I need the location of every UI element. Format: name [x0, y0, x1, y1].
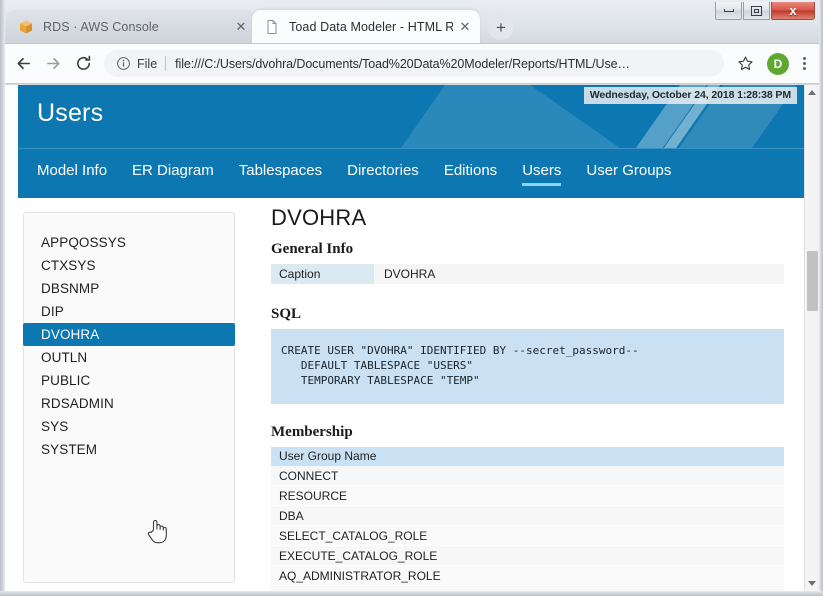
- omnibox-divider: [165, 56, 167, 71]
- document-icon: [267, 19, 277, 34]
- window-frame-right: [819, 0, 823, 596]
- tab-title: Toad Data Modeler - HTML Repo: [289, 19, 453, 34]
- table-row: DBA: [271, 506, 784, 526]
- sidebar-item-ctxsys[interactable]: CTXSYS: [24, 254, 234, 277]
- chrome-menu-button[interactable]: [793, 51, 815, 77]
- general-info-key: Caption: [271, 264, 374, 284]
- plus-icon: +: [496, 17, 506, 37]
- sidebar-item-sys[interactable]: SYS: [24, 415, 234, 438]
- nav-item-user-groups[interactable]: User Groups: [586, 162, 671, 186]
- star-icon: [737, 56, 753, 71]
- nav-item-er-diagram[interactable]: ER Diagram: [132, 162, 214, 186]
- report-nav: Model Info ER Diagram Tablespaces Direct…: [18, 148, 808, 198]
- page-title: Users: [37, 99, 104, 127]
- nav-item-tablespaces[interactable]: Tablespaces: [239, 162, 322, 186]
- back-button[interactable]: [8, 49, 38, 79]
- table-row: RESOURCE: [271, 486, 784, 506]
- kebab-dot: [802, 67, 806, 70]
- sidebar-item-dbsnmp[interactable]: DBSNMP: [24, 277, 234, 300]
- sidebar-item-dvohra[interactable]: DVOHRA: [23, 323, 235, 346]
- tab-title: RDS · AWS Console: [43, 19, 159, 34]
- tab-close-icon[interactable]: ✕: [233, 19, 249, 35]
- info-circle-icon[interactable]: [116, 56, 131, 71]
- scroll-up-icon[interactable]: [805, 85, 819, 100]
- table-row: SELECT_CATALOG_ROLE: [271, 526, 784, 546]
- tab-strip: RDS · AWS Console ✕ Toad Data Modeler - …: [6, 8, 514, 43]
- avatar-initial: D: [773, 56, 783, 71]
- sidebar-item-public[interactable]: PUBLIC: [24, 369, 234, 392]
- general-info-row: Caption DVOHRA: [271, 264, 784, 284]
- sidebar-item-appqossys[interactable]: APPQOSSYS: [24, 231, 234, 254]
- scroll-down-icon[interactable]: [805, 576, 819, 591]
- report-timestamp: Wednesday, October 24, 2018 1:28:38 PM: [583, 87, 797, 104]
- tab-rds-aws-console[interactable]: RDS · AWS Console ✕: [6, 10, 256, 43]
- maximize-button[interactable]: [743, 2, 770, 20]
- window-controls: x: [715, 1, 815, 21]
- browser-window: x RDS · AWS Console ✕ Toad Data Modeler …: [0, 0, 823, 596]
- table-row: EXECUTE_CATALOG_ROLE: [271, 546, 784, 566]
- report-body: APPQOSSYS CTXSYS DBSNMP DIP DVOHRA OUTLN…: [5, 198, 808, 591]
- reload-button[interactable]: [68, 49, 98, 79]
- address-bar[interactable]: File file:///C:/Users/dvohra/Documents/T…: [104, 50, 724, 77]
- url-scheme-label: File: [137, 56, 158, 71]
- back-arrow-icon: [16, 57, 30, 70]
- report-banner: Users Wednesday, October 24, 2018 1:28:3…: [18, 85, 808, 148]
- sidebar-item-outln[interactable]: OUTLN: [24, 346, 234, 369]
- sql-code-block: CREATE USER "DVOHRA" IDENTIFIED BY --sec…: [271, 329, 784, 404]
- membership-column-header: User Group Name: [271, 447, 784, 466]
- sql-heading: SQL: [271, 306, 302, 322]
- minimize-icon: [723, 9, 734, 12]
- nav-item-model-info[interactable]: Model Info: [37, 162, 107, 186]
- restore-icon: [751, 5, 762, 16]
- nav-item-editions[interactable]: Editions: [444, 162, 497, 186]
- bookmark-star-button[interactable]: [732, 51, 758, 77]
- page-viewport: Users Wednesday, October 24, 2018 1:28:3…: [5, 85, 808, 591]
- new-tab-button[interactable]: +: [488, 14, 514, 40]
- user-detail-panel: DVOHRA General Info Caption DVOHRA SQL C…: [257, 198, 792, 591]
- page-scrollbar[interactable]: [804, 85, 819, 591]
- sidebar-item-rdsadmin[interactable]: RDSADMIN: [24, 392, 234, 415]
- forward-button[interactable]: [38, 49, 68, 79]
- nav-item-directories[interactable]: Directories: [347, 162, 419, 186]
- table-row: AQ_ADMINISTRATOR_ROLE: [271, 566, 784, 586]
- kebab-dot: [802, 62, 806, 65]
- nav-item-users[interactable]: Users: [522, 162, 562, 186]
- sql-code-text: CREATE USER "DVOHRA" IDENTIFIED BY --sec…: [281, 344, 639, 387]
- scrollbar-thumb[interactable]: [807, 251, 818, 311]
- sidebar-item-system[interactable]: SYSTEM: [24, 438, 234, 461]
- tab-close-icon[interactable]: ✕: [457, 19, 473, 35]
- reload-icon: [76, 55, 90, 70]
- tab-toad-data-modeler[interactable]: Toad Data Modeler - HTML Repo ✕: [252, 10, 480, 43]
- browser-toolbar: File file:///C:/Users/dvohra/Documents/T…: [0, 44, 823, 84]
- user-list-panel: APPQOSSYS CTXSYS DBSNMP DIP DVOHRA OUTLN…: [23, 212, 235, 583]
- url-text[interactable]: file:///C:/Users/dvohra/Documents/Toad%2…: [175, 57, 630, 71]
- aws-cube-icon: [20, 20, 32, 33]
- general-info-value: DVOHRA: [384, 267, 436, 281]
- general-info-heading: General Info: [271, 241, 354, 257]
- table-row: CONNECT: [271, 466, 784, 486]
- close-window-label: x: [789, 3, 797, 18]
- tab-bar: x RDS · AWS Console ✕ Toad Data Modeler …: [0, 0, 823, 44]
- window-frame-left: [0, 0, 5, 596]
- forward-arrow-icon: [46, 57, 60, 70]
- sidebar-item-dip[interactable]: DIP: [24, 300, 234, 323]
- window-frame-bottom: [0, 591, 823, 596]
- close-window-button[interactable]: x: [771, 2, 815, 20]
- user-detail-title: DVOHRA: [271, 205, 367, 230]
- minimize-button[interactable]: [715, 2, 742, 20]
- membership-table: User Group Name CONNECT RESOURCE DBA SEL…: [271, 447, 784, 591]
- kebab-dot: [802, 57, 806, 60]
- profile-avatar[interactable]: D: [767, 52, 789, 75]
- membership-heading: Membership: [271, 424, 353, 440]
